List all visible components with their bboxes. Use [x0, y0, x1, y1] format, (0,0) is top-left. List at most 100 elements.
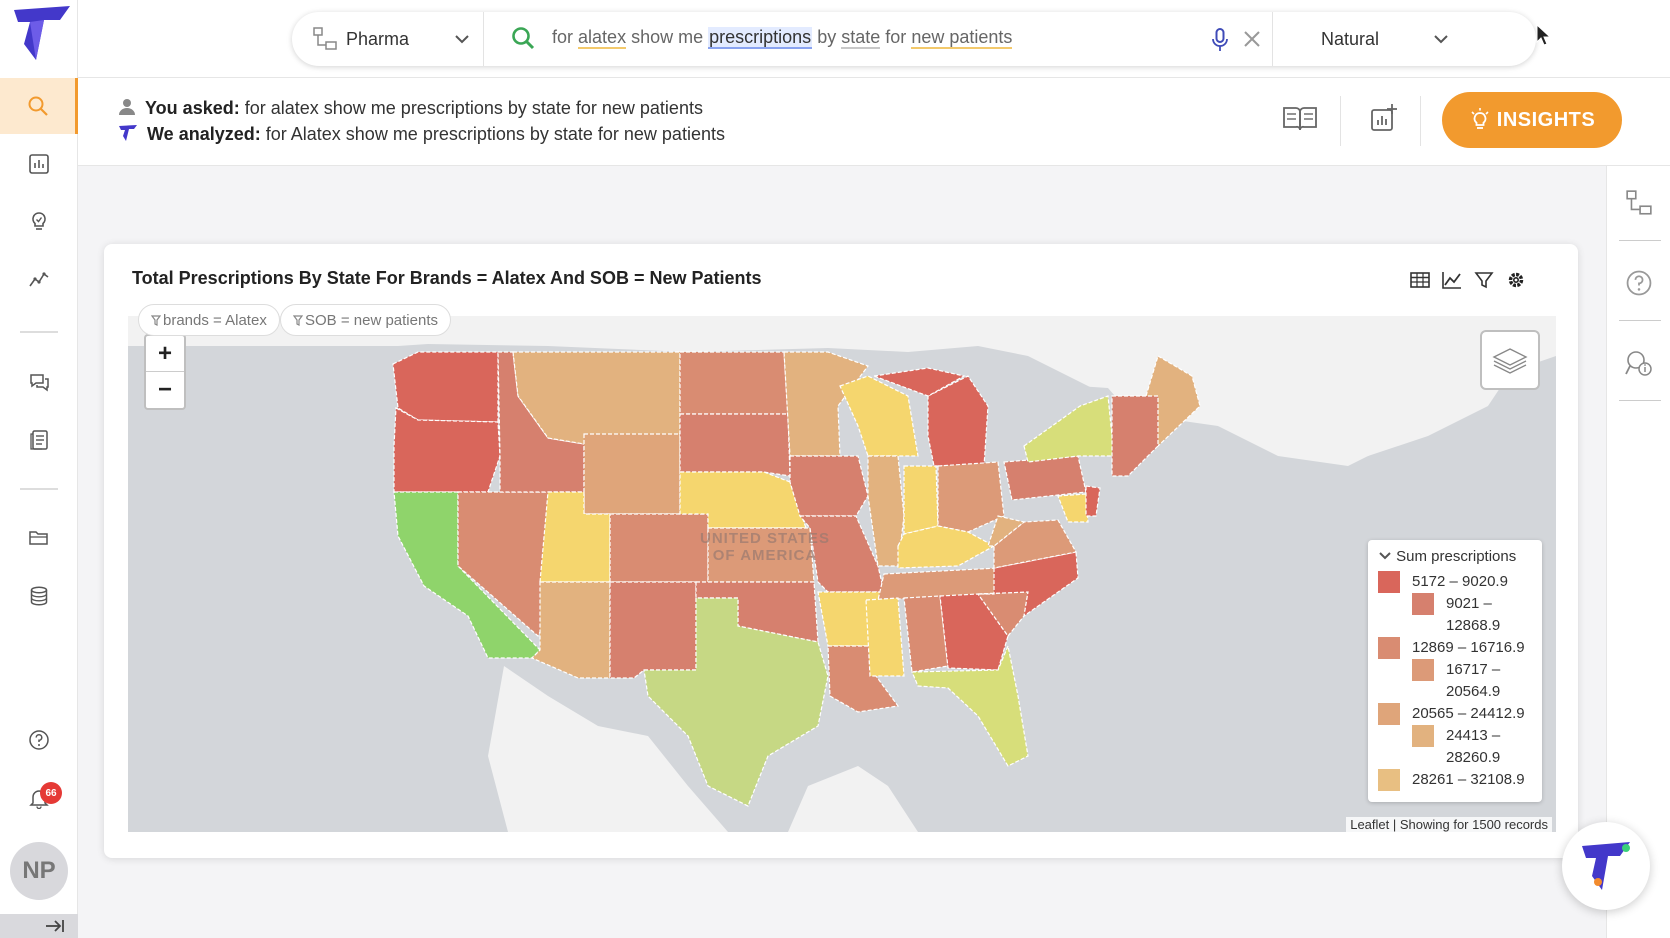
you-asked-line: You asked: for alatex show me prescripti…	[118, 98, 703, 119]
legend-item[interactable]: 16717 – 20564.9	[1378, 659, 1532, 703]
state-region[interactable]	[679, 413, 791, 477]
expand-arrow-icon	[46, 920, 64, 932]
filter-chip-label: brands = Alatex	[163, 311, 267, 329]
country-label: UNITED STATES OF AMERICA	[700, 530, 830, 564]
sidebar-item-insights[interactable]	[0, 194, 78, 250]
state-region[interactable]	[1057, 493, 1089, 523]
mode-selector[interactable]: Natural	[1272, 12, 1536, 66]
state-region[interactable]	[609, 513, 709, 583]
legend-swatch	[1412, 659, 1434, 681]
query-token[interactable]: new patients	[911, 27, 1013, 49]
legend-item[interactable]: 9021 – 12868.9	[1378, 593, 1532, 637]
book-icon[interactable]	[1282, 104, 1318, 134]
search-icon	[512, 27, 535, 50]
query-token[interactable]: state	[841, 27, 881, 49]
rail-datasource-button[interactable]	[1607, 174, 1670, 232]
legend-swatch	[1378, 769, 1400, 791]
sidebar-item-notifications[interactable]	[0, 770, 78, 826]
state-region[interactable]	[865, 597, 905, 677]
legend-label: 24413 – 28260.9	[1446, 727, 1501, 766]
we-analyzed-line: We analyzed: for Alatex show me prescrip…	[118, 124, 725, 145]
sidebar-item-conversations[interactable]	[0, 354, 78, 410]
user-icon	[119, 99, 135, 115]
choropleth-map[interactable]: + − UNITED STATES OF AMERICA Sum prescri…	[128, 316, 1556, 832]
legend-label: 28261 – 32108.9	[1412, 771, 1525, 788]
legend-item[interactable]: 20565 – 24412.9	[1378, 703, 1532, 725]
clear-icon[interactable]	[1242, 29, 1262, 49]
sidebar-divider	[20, 331, 58, 333]
zoom-control: + −	[144, 334, 186, 410]
query-token[interactable]: prescriptions	[708, 27, 813, 49]
chart-type-icon[interactable]	[1442, 270, 1462, 290]
sidebar-item-folders[interactable]	[0, 510, 78, 566]
state-region[interactable]	[1085, 485, 1101, 517]
table-view-icon[interactable]	[1410, 270, 1430, 290]
country-label-line1: UNITED STATES	[700, 530, 830, 547]
state-region[interactable]	[903, 465, 939, 535]
legend-item[interactable]: 12869 – 16716.9	[1378, 637, 1532, 659]
state-region[interactable]	[897, 525, 996, 569]
rail-divider	[1619, 240, 1661, 241]
query-token[interactable]: alatex	[578, 27, 627, 49]
state-region[interactable]	[392, 351, 499, 423]
rail-explain-button[interactable]	[1607, 334, 1670, 392]
sidebar-collapse-button[interactable]	[0, 914, 78, 938]
map-attribution: Leaflet | Showing for 1500 records	[1346, 817, 1552, 832]
sidebar-item-help[interactable]	[0, 712, 78, 768]
sidebar-item-trends[interactable]	[0, 252, 78, 308]
search-icon	[28, 96, 48, 116]
chart-toolbar	[1410, 270, 1526, 290]
zoom-in-button[interactable]: +	[146, 336, 184, 372]
rail-divider	[1619, 400, 1661, 401]
zoom-out-button[interactable]: −	[146, 372, 184, 408]
state-region[interactable]	[937, 461, 1005, 533]
state-region[interactable]	[609, 581, 697, 679]
state-region[interactable]	[530, 581, 611, 679]
legend-swatch	[1378, 637, 1400, 659]
add-chart-icon[interactable]	[1370, 104, 1398, 134]
sidebar-item-dashboards[interactable]	[0, 136, 78, 192]
divider	[1420, 96, 1421, 146]
query-token: for	[885, 27, 907, 47]
legend-swatch	[1412, 725, 1434, 747]
state-region[interactable]	[1111, 395, 1159, 477]
state-region[interactable]	[839, 375, 919, 457]
you-asked-label: You asked:	[145, 98, 240, 118]
datasource-icon	[313, 27, 337, 50]
legend-title[interactable]: Sum prescriptions	[1378, 548, 1532, 565]
state-region[interactable]	[789, 455, 869, 517]
filter-chip-brands[interactable]: brands = Alatex	[138, 304, 280, 336]
search-query-input[interactable]: for alatex show me prescriptions by stat…	[552, 27, 1013, 49]
legend-swatch	[1378, 571, 1400, 593]
sidebar-item-reports[interactable]	[0, 412, 78, 468]
state-region[interactable]	[679, 351, 789, 415]
state-region[interactable]	[583, 433, 681, 515]
filter-icon[interactable]	[1474, 270, 1494, 290]
state-region[interactable]	[1003, 455, 1087, 501]
country-label-line2: OF AMERICA	[712, 547, 818, 564]
insights-button[interactable]: INSIGHTS	[1442, 92, 1622, 148]
folder-icon	[29, 531, 48, 545]
layers-icon	[1492, 348, 1528, 374]
sidebar-item-data[interactable]	[0, 568, 78, 624]
app-logo[interactable]	[8, 2, 72, 66]
filter-chip-sob[interactable]: SOB = new patients	[280, 304, 451, 336]
legend-item[interactable]: 28261 – 32108.9	[1378, 769, 1532, 791]
microphone-icon[interactable]	[1210, 27, 1230, 53]
legend-item[interactable]: 5172 – 9020.9	[1378, 571, 1532, 593]
database-icon	[30, 586, 48, 606]
user-avatar[interactable]: NP	[10, 842, 68, 900]
assistant-chat-button[interactable]	[1562, 822, 1650, 910]
assistant-icon	[1582, 842, 1630, 890]
layers-button[interactable]	[1480, 330, 1540, 390]
rail-help-button[interactable]	[1607, 254, 1670, 312]
filter-icon	[151, 314, 161, 326]
gear-icon[interactable]	[1506, 270, 1526, 290]
sidebar-item-search[interactable]	[0, 78, 78, 134]
legend-item[interactable]: 24413 – 28260.9	[1378, 725, 1532, 769]
legend-items: 5172 – 9020.9 9021 – 12868.9 12869 – 16716…	[1378, 571, 1532, 791]
you-asked-text: for alatex show me prescriptions by stat…	[244, 98, 703, 118]
chart-title: Total Prescriptions By State For Brands …	[132, 268, 762, 288]
search-bar: Pharma for alatex show me prescriptions …	[292, 12, 1536, 66]
dataset-selector[interactable]: Pharma	[292, 12, 484, 66]
